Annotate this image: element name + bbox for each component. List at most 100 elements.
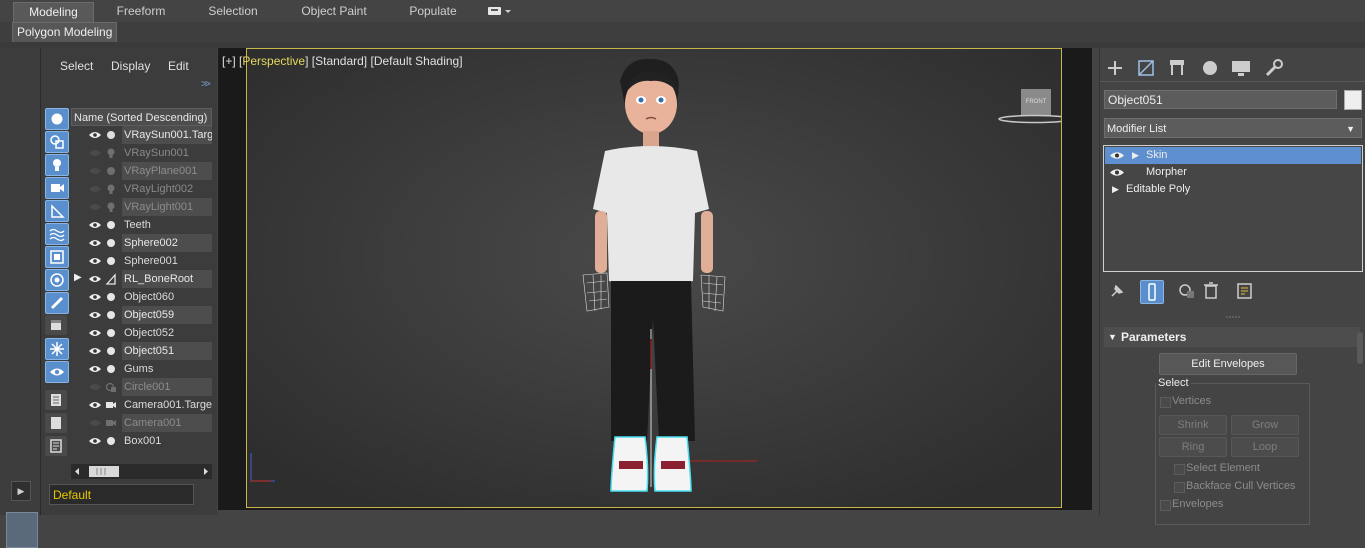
filter-cameras-button[interactable] [45,177,69,199]
scene-item[interactable]: Teeth [71,216,212,234]
loop-button[interactable]: Loop [1231,437,1299,457]
scene-item[interactable]: Camera001 [71,414,212,432]
modify-tab[interactable] [1136,58,1158,78]
display-tab[interactable] [1230,58,1252,78]
visibility-eye-icon[interactable] [89,257,101,265]
scene-item[interactable]: VRayPlane001 [71,162,212,180]
scene-item[interactable]: Sphere001 [71,252,212,270]
filter-bones-button[interactable] [45,292,69,314]
filter-groups-button[interactable] [45,246,69,268]
select-element-checkbox[interactable] [1174,464,1185,475]
collapse-chevron-icon[interactable]: >> [201,79,211,90]
stack-item-editable-poly[interactable]: ▶ Editable Poly [1105,181,1361,198]
create-tab[interactable] [1104,58,1126,78]
expand-arrow-icon[interactable]: ▶ [1112,181,1119,198]
scene-item[interactable]: Sphere002 [71,234,212,252]
visibility-eye-icon[interactable] [89,221,101,229]
grow-button[interactable]: Grow [1231,415,1299,435]
eye-icon[interactable] [1110,168,1124,177]
select-invert-button[interactable] [45,436,67,456]
scene-item[interactable]: Box001 [71,432,212,450]
visibility-eye-icon[interactable] [89,239,101,247]
eye-icon[interactable] [1110,151,1124,160]
filter-xrefs-button[interactable] [45,269,69,291]
edit-envelopes-button[interactable]: Edit Envelopes [1159,353,1297,375]
scene-item[interactable]: Object060 [71,288,212,306]
visibility-eye-icon[interactable] [89,131,101,139]
visibility-eye-icon[interactable] [89,275,101,283]
visibility-eye-icon[interactable] [89,383,101,391]
visibility-eye-icon[interactable] [89,365,101,373]
menu-edit[interactable]: Edit [168,59,189,73]
viewport-plus-menu[interactable]: [+] [222,54,236,68]
visibility-eye-icon[interactable] [89,311,101,319]
panel-drag-handle[interactable] [1100,310,1365,318]
motion-tab[interactable] [1199,58,1221,78]
tab-modeling[interactable]: Modeling [13,2,94,22]
shrink-button[interactable]: Shrink [1159,415,1227,435]
scene-item[interactable]: Object051 [71,342,212,360]
select-all-button[interactable] [45,390,67,410]
expand-arrow-icon[interactable]: ▶ [1132,147,1139,164]
column-header-name[interactable]: Name (Sorted Descending) [71,108,212,126]
backface-cull-checkbox[interactable] [1174,482,1185,493]
remove-modifier-button[interactable] [1200,280,1222,302]
display-all-button[interactable] [45,315,67,335]
hierarchy-tab[interactable] [1167,58,1189,78]
filter-helpers-button[interactable] [45,200,69,222]
scene-item[interactable]: Gums [71,360,212,378]
scene-item[interactable]: VRayLight001 [71,198,212,216]
filter-spacewarps-button[interactable] [45,223,69,245]
visibility-eye-icon[interactable] [89,293,101,301]
stack-item-skin[interactable]: ▶ Skin [1105,147,1361,164]
explorer-horizontal-scrollbar[interactable] [71,464,212,479]
ring-button[interactable]: Ring [1159,437,1227,457]
viewport-label-menu[interactable]: [+] [Perspective] [Standard] [Default Sh… [222,54,463,68]
perspective-viewport[interactable]: FRONT [246,48,1062,508]
scene-item[interactable]: VRaySun001.Targe [71,126,212,144]
parameters-rollout-header[interactable]: ▼ Parameters [1104,327,1360,347]
visibility-eye-icon[interactable] [89,419,101,427]
viewport-standard-label[interactable]: [Standard] [312,54,367,68]
filter-shapes-button[interactable] [45,131,69,153]
maxscript-listener-block[interactable] [6,512,38,548]
show-end-result-button[interactable] [1140,280,1164,304]
configure-modifier-sets-button[interactable] [1234,280,1256,302]
ribbon-options-dropdown[interactable] [487,5,513,18]
vertices-checkbox[interactable] [1160,397,1171,408]
viewport-pov-label[interactable]: Perspective [242,54,305,68]
envelopes-checkbox[interactable] [1160,500,1171,511]
visibility-eye-icon[interactable] [89,437,101,445]
tab-object-paint[interactable]: Object Paint [292,2,376,21]
filter-frozen-button[interactable] [45,338,69,360]
visibility-eye-icon[interactable] [89,347,101,355]
visibility-eye-icon[interactable] [89,329,101,337]
filter-lights-button[interactable] [45,154,69,176]
layer-dropdown[interactable]: Default [49,484,194,505]
viewcube[interactable]: FRONT [1021,89,1051,115]
select-none-button[interactable] [45,413,67,433]
expand-arrow-icon[interactable]: ▶ [74,272,82,283]
object-name-field[interactable]: Object051 [1104,90,1337,109]
modifier-list-dropdown[interactable]: Modifier List ▼ [1104,118,1362,138]
scene-item[interactable]: Object052 [71,324,212,342]
visibility-eye-icon[interactable] [89,149,101,157]
scene-item[interactable]: Circle001 [71,378,212,396]
menu-display[interactable]: Display [111,59,150,73]
tab-populate[interactable]: Populate [400,2,466,21]
scene-item[interactable]: Camera001.Targe [71,396,212,414]
filter-geometry-button[interactable] [45,108,69,130]
filter-hidden-button[interactable] [45,361,69,383]
scene-item[interactable]: ▶ RL_BoneRoot [71,270,212,288]
polygon-modeling-button[interactable]: Polygon Modeling [12,22,118,43]
scene-item[interactable]: VRayLight002 [71,180,212,198]
visibility-eye-icon[interactable] [89,167,101,175]
make-unique-button[interactable] [1176,280,1198,302]
scene-item[interactable]: Object059 [71,306,212,324]
stack-item-morpher[interactable]: Morpher [1105,164,1361,181]
utilities-tab[interactable] [1263,58,1285,78]
menu-select[interactable]: Select [60,59,93,73]
pin-stack-button[interactable] [1106,280,1128,302]
panel-scrollbar[interactable] [1357,332,1363,364]
scene-item[interactable]: VRaySun001 [71,144,212,162]
